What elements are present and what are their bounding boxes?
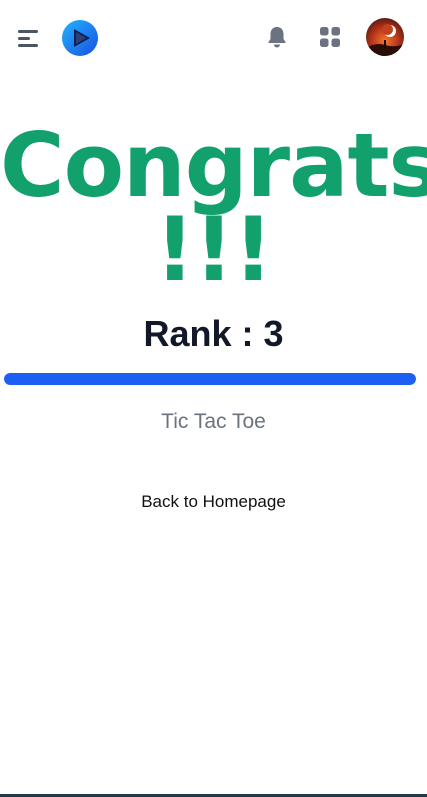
back-to-homepage-link[interactable]: Back to Homepage <box>0 490 427 514</box>
game-name: Tic Tac Toe <box>161 410 266 433</box>
progress-bar <box>4 373 416 385</box>
play-logo-icon[interactable] <box>61 19 99 57</box>
hamburger-menu-icon[interactable] <box>14 24 42 52</box>
apps-grid-icon[interactable] <box>316 23 344 51</box>
progress-bar-fill <box>4 373 416 385</box>
top-navigation-bar <box>0 0 427 76</box>
user-avatar[interactable] <box>366 18 404 56</box>
congrats-headline: Congrats !!! <box>0 114 427 301</box>
bell-icon[interactable] <box>263 23 291 51</box>
rank-text: Rank : 3 <box>143 313 284 354</box>
